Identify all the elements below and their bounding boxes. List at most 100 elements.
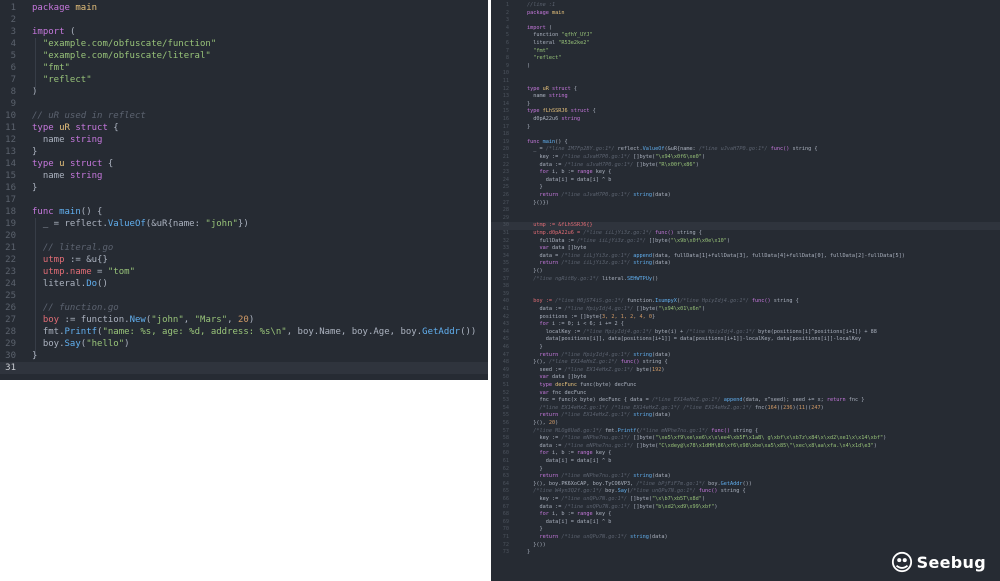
code-line[interactable]: 61 data[i] = data[i] ^ b <box>491 458 1000 465</box>
code-line[interactable]: 55 return /*line EX14eHxZ.go:1*/ string(… <box>491 412 1000 419</box>
code-line[interactable]: 32 fullData := /*line iiLjYi3z.go:1*/ []… <box>491 238 1000 245</box>
code-line[interactable]: 59 data := /*line mNPhe7nu.go:1*/ []byte… <box>491 443 1000 450</box>
code-line[interactable]: 13 name string <box>491 93 1000 100</box>
code-line[interactable]: 71 return /*line unQPu7N.go:1*/ string(d… <box>491 534 1000 541</box>
code-line[interactable]: 11 <box>491 78 1000 85</box>
code-line[interactable]: 34 data = /*line iiLjYi3z.go:1*/ append(… <box>491 253 1000 260</box>
code-line[interactable]: 22 utmp := &u{} <box>0 254 488 266</box>
code-line[interactable]: 12 type uR struct { <box>491 86 1000 93</box>
code-line[interactable]: 65 /*line W4yn3Q2f.go:1*/ boy.Say(/*line… <box>491 488 1000 495</box>
code-line[interactable]: 28 <box>491 207 1000 214</box>
code-line[interactable]: 54 /*line EX14eHxZ.go:1*/ /*line EX14eHx… <box>491 405 1000 412</box>
code-line[interactable]: 10 <box>491 70 1000 77</box>
code-line[interactable]: 57 /*line MLOg8Ua8.go:1*/ fmt.Printf(/*l… <box>491 428 1000 435</box>
code-line[interactable]: 19 _ = reflect.ValueOf(&uR{name: "john"}… <box>0 218 488 230</box>
code-line[interactable]: 14} <box>491 101 1000 108</box>
code-line[interactable]: 16 d0pA22u6 string <box>491 116 1000 123</box>
code-line[interactable]: 24 literal.Do() <box>0 278 488 290</box>
code-line[interactable]: 10 // uR used in reflect <box>0 110 488 122</box>
code-line[interactable]: 25 } <box>491 184 1000 191</box>
code-line[interactable]: 40 boy := /*line H0jST4iS.go:1*/ functio… <box>491 298 1000 305</box>
code-line[interactable]: 69 data[i] = data[i] ^ b <box>491 519 1000 526</box>
code-line[interactable]: 27 }()}) <box>491 200 1000 207</box>
code-line[interactable]: 14 type u struct { <box>0 158 488 170</box>
code-line[interactable]: 66 key := /*line unQPu7N.go:1*/ []byte("… <box>491 496 1000 503</box>
code-line[interactable]: 62 } <box>491 466 1000 473</box>
code-line[interactable]: 30 utmp := &fLhSSRJ6{} <box>491 222 1000 230</box>
code-line[interactable]: 3 import ( <box>0 26 488 38</box>
code-line[interactable]: 6 "fmt" <box>0 62 488 74</box>
code-line[interactable]: 41 data := /*line HpiyIdj4.go:1*/ []byte… <box>491 306 1000 313</box>
code-line[interactable]: 50 var data []byte <box>491 374 1000 381</box>
code-line[interactable]: 15 type fLhSSRJ6 struct { <box>491 108 1000 115</box>
code-line[interactable]: 17} <box>491 124 1000 131</box>
code-line[interactable]: 2 <box>0 14 488 26</box>
code-line[interactable]: 5 function "qfhY_UYJ" <box>491 32 1000 39</box>
code-line[interactable]: 23 for i, b := range key { <box>491 169 1000 176</box>
code-line[interactable]: 53 fnc = func(x byte) decFunc { data = /… <box>491 397 1000 404</box>
code-line[interactable]: 37 /*line ngRitBy.go:1*/ literal.SEHWTPU… <box>491 276 1000 283</box>
code-line[interactable]: 1 package main <box>0 2 488 14</box>
code-line[interactable]: 29 boy.Say("hello") <box>0 338 488 350</box>
code-line[interactable]: 49 seed := /*line EX14eHxZ.go:1*/ byte(1… <box>491 367 1000 374</box>
code-line[interactable]: 6 literal "R53e2ke2" <box>491 40 1000 47</box>
code-line[interactable]: 68 for i, b := range key { <box>491 511 1000 518</box>
code-line[interactable]: 56 }(), 20) <box>491 420 1000 427</box>
code-line[interactable]: 7 "reflect" <box>0 74 488 86</box>
code-line[interactable]: 7 "fmt" <box>491 48 1000 55</box>
code-line[interactable]: 5 "example.com/obfuscate/literal" <box>0 50 488 62</box>
code-line[interactable]: 51 type decFunc func(byte) decFunc <box>491 382 1000 389</box>
code-line[interactable]: 58 key := /*line mNPhe7nu.go:1*/ []byte(… <box>491 435 1000 442</box>
code-line[interactable]: 19 func main() { <box>491 139 1000 146</box>
code-line[interactable]: 11 type uR struct { <box>0 122 488 134</box>
code-line[interactable]: 17 <box>0 194 488 206</box>
code-line[interactable]: 24 data[i] = data[i] ^ b <box>491 177 1000 184</box>
code-line[interactable]: 13} <box>0 146 488 158</box>
code-line[interactable]: 38 <box>491 283 1000 290</box>
code-line[interactable]: 33 var data []byte <box>491 245 1000 252</box>
code-line[interactable]: 15 name string <box>0 170 488 182</box>
code-line[interactable]: 48 }(), /*line EX14eHxZ.go:1*/ func() st… <box>491 359 1000 366</box>
code-line[interactable]: 21 // literal.go <box>0 242 488 254</box>
code-line[interactable]: 1 //line :1 <box>491 2 1000 9</box>
code-line[interactable]: 20 <box>0 230 488 242</box>
code-line[interactable]: 46 } <box>491 344 1000 351</box>
editor-pane-obfuscated[interactable]: 1//line :1 2 package main 3 4 import (5 funct… <box>491 0 1000 581</box>
code-line[interactable]: 20 _ = /*line IM7Fp2BY.go:1*/ reflect.Va… <box>491 146 1000 153</box>
code-line[interactable]: 21 key := /*line uJvaH7P0.go:1*/ []byte(… <box>491 154 1000 161</box>
code-line[interactable]: 39 <box>491 291 1000 298</box>
code-line[interactable]: 63 return /*line mNPhe7nu.go:1*/ string(… <box>491 473 1000 480</box>
code-line[interactable]: 26 // function.go <box>0 302 488 314</box>
code-line[interactable]: 44 localKey := /*line HpiyIdj4.go:1*/ by… <box>491 329 1000 336</box>
code-line[interactable]: 4 "example.com/obfuscate/function" <box>0 38 488 50</box>
code-line[interactable]: 35 return /*line iiLjYi3z.go:1*/ string(… <box>491 260 1000 267</box>
code-line[interactable]: 26 return /*line uJvaH7P0.go:1*/ string(… <box>491 192 1000 199</box>
editor-pane-original[interactable]: 1 package main 2 3 import (4 "example.com/ob… <box>0 0 488 380</box>
code-line[interactable]: 8 "reflect" <box>491 55 1000 62</box>
code-line[interactable]: 31 utmp.d0pA22u6 = /*line iiLjYi3z.go:1*… <box>491 230 1000 237</box>
code-line[interactable]: 42 positions := []byte{3, 2, 1, 2, 4, 0} <box>491 314 1000 321</box>
code-line[interactable]: 47 return /*line HpiyIdj4.go:1*/ string(… <box>491 352 1000 359</box>
code-line[interactable]: 3 <box>491 17 1000 24</box>
code-line[interactable]: 4 import ( <box>491 25 1000 32</box>
code-line[interactable]: 52 var fnc decFunc <box>491 390 1000 397</box>
code-line[interactable]: 16} <box>0 182 488 194</box>
code-line[interactable]: 12 name string <box>0 134 488 146</box>
code-line[interactable]: 70 } <box>491 526 1000 533</box>
code-line[interactable]: 18 <box>491 131 1000 138</box>
code-line[interactable]: 25 <box>0 290 488 302</box>
code-line[interactable]: 31 <box>0 362 488 374</box>
code-line[interactable]: 43 for i := 0; i < 6; i += 2 { <box>491 321 1000 328</box>
code-line[interactable]: 23 utmp.name = "tom" <box>0 266 488 278</box>
code-line[interactable]: 22 data := /*line uJvaH7P0.go:1*/ []byte… <box>491 162 1000 169</box>
code-line[interactable]: 64 }(), boy.PK6XoCAP, boy.TyCO6VP3, /*li… <box>491 481 1000 488</box>
code-line[interactable]: 18 func main() { <box>0 206 488 218</box>
code-line[interactable]: 67 data := /*line unQPu7N.go:1*/ []byte(… <box>491 504 1000 511</box>
code-line[interactable]: 27 boy := function.New("john", "Mars", 2… <box>0 314 488 326</box>
code-line[interactable]: 9) <box>491 63 1000 70</box>
code-line[interactable]: 72 }()) <box>491 542 1000 549</box>
code-line[interactable]: 36 }() <box>491 268 1000 275</box>
code-line[interactable]: 30} <box>0 350 488 362</box>
code-line[interactable]: 45 data[positions[i]], data[positions[i+… <box>491 336 1000 343</box>
code-line[interactable]: 60 for i, b := range key { <box>491 450 1000 457</box>
